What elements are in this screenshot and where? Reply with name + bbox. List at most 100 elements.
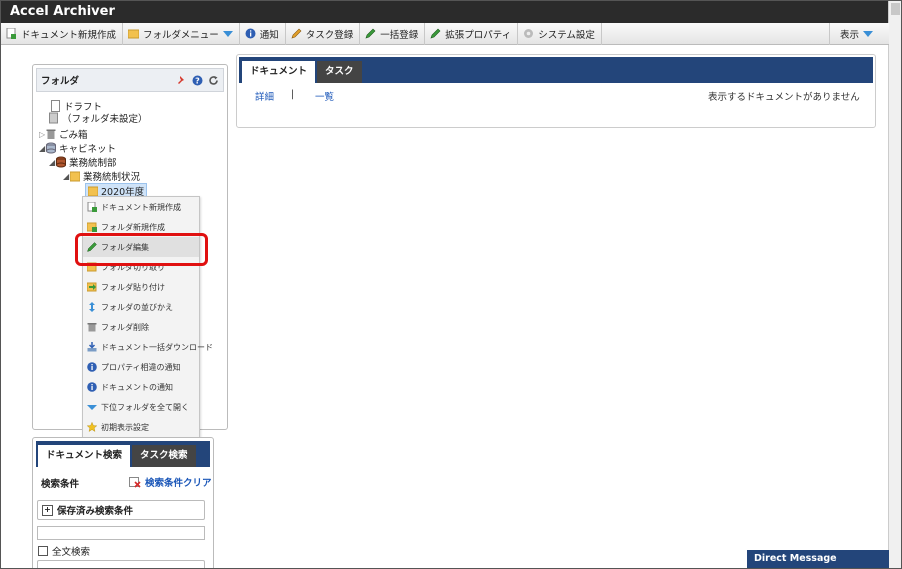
new-document-icon bbox=[87, 201, 97, 212]
collapse-arrow-icon[interactable]: ◢ bbox=[39, 144, 46, 153]
chevron-down-icon bbox=[863, 30, 873, 37]
menu-item-property-diff-notify[interactable]: プロパティ相違の通知 bbox=[83, 357, 199, 377]
bulk-register-label: 一括登録 bbox=[380, 29, 419, 41]
collapse-arrow-icon[interactable]: ◢ bbox=[49, 158, 56, 167]
bulk-register-button[interactable]: 一括登録 bbox=[360, 22, 426, 45]
expand-arrow-icon[interactable]: ▷ bbox=[39, 130, 46, 139]
menu-item-label: ドキュメント一括ダウンロード bbox=[101, 342, 213, 352]
search-conditions-label: 検索条件 bbox=[41, 479, 80, 490]
tree-item-label: ごみ箱 bbox=[59, 130, 88, 141]
app-window: Accel Archiver ドキュメント新規作成 フォルダメニュー 通知 タス… bbox=[0, 0, 902, 569]
menu-item-label: ドキュメントの通知 bbox=[101, 382, 173, 392]
menu-item-paste-folder[interactable]: フォルダ貼り付け bbox=[83, 277, 199, 297]
saved-conditions-accordion[interactable]: + 保存済み検索条件 bbox=[37, 500, 205, 520]
system-settings-label: システム設定 bbox=[538, 29, 595, 41]
download-icon bbox=[87, 342, 97, 352]
refresh-icon[interactable] bbox=[208, 75, 219, 86]
trash-icon bbox=[46, 128, 56, 140]
tab-document-search[interactable]: ドキュメント検索 bbox=[38, 445, 131, 467]
tab-documents[interactable]: ドキュメント bbox=[242, 61, 316, 83]
search-panel: ドキュメント検索 タスク検索 検索条件 検索条件クリア + 保存済み検索条件 全… bbox=[32, 437, 214, 568]
collapse-arrow-icon[interactable]: ◢ bbox=[63, 172, 70, 181]
database-icon bbox=[56, 156, 66, 168]
folder-panel-header: フォルダ ? bbox=[36, 68, 224, 92]
menu-item-label: 下位フォルダを全て開く bbox=[101, 402, 189, 412]
tree-item-trash[interactable]: ▷ ごみ箱 bbox=[39, 127, 88, 141]
document-tabs: ドキュメント タスク bbox=[239, 57, 873, 83]
info-icon bbox=[245, 28, 256, 39]
detail-view-link[interactable]: 詳細 bbox=[255, 89, 274, 103]
clear-icon bbox=[129, 476, 141, 488]
menu-item-new-document[interactable]: ドキュメント新規作成 bbox=[83, 197, 199, 217]
task-register-label: タスク登録 bbox=[305, 29, 354, 41]
help-icon[interactable]: ? bbox=[192, 75, 203, 86]
folder-icon bbox=[69, 170, 81, 182]
extended-property-label: 拡張プロパティ bbox=[445, 29, 512, 41]
new-document-label: ドキュメント新規作成 bbox=[21, 29, 117, 41]
more-conditions-box[interactable] bbox=[37, 560, 205, 568]
list-view-link[interactable]: 一覧 bbox=[315, 89, 334, 103]
app-title: Accel Archiver bbox=[1, 1, 889, 23]
search-text-input[interactable] bbox=[37, 526, 205, 540]
trash-icon bbox=[87, 322, 97, 332]
new-document-button[interactable]: ドキュメント新規作成 bbox=[1, 22, 124, 45]
search-tabs: ドキュメント検索 タスク検索 bbox=[36, 441, 210, 467]
direct-message-bar[interactable]: Direct Message bbox=[747, 550, 889, 568]
star-icon bbox=[86, 421, 98, 432]
menu-item-sort-folder[interactable]: フォルダの並びかえ bbox=[83, 297, 199, 317]
menu-item-label: ドキュメント新規作成 bbox=[101, 202, 181, 212]
tab-task-search[interactable]: タスク検索 bbox=[132, 445, 196, 467]
empty-message: 表示するドキュメントがありません bbox=[708, 92, 860, 103]
tree-item-status[interactable]: ◢ 業務統制状況 bbox=[63, 169, 140, 183]
menu-item-label: プロパティ相違の通知 bbox=[101, 362, 181, 372]
tree-item-cabinet[interactable]: ◢ キャビネット bbox=[39, 141, 116, 155]
menu-item-bulk-download[interactable]: ドキュメント一括ダウンロード bbox=[83, 337, 213, 357]
menu-item-label: フォルダ新規作成 bbox=[101, 222, 165, 232]
notify-button[interactable]: 通知 bbox=[240, 22, 286, 45]
tree-item-label: （フォルダ未設定） bbox=[62, 114, 148, 125]
pencil-icon bbox=[291, 28, 302, 39]
view-menu-button[interactable]: 表示 bbox=[828, 22, 889, 45]
vertical-scrollbar[interactable] bbox=[888, 1, 901, 568]
toolbar: ドキュメント新規作成 フォルダメニュー 通知 タスク登録 一括登録 拡張プロパテ… bbox=[1, 22, 889, 45]
pencil-icon bbox=[430, 28, 441, 39]
tree-item-unset[interactable]: （フォルダ未設定） bbox=[49, 111, 148, 125]
folder-menu-label: フォルダメニュー bbox=[143, 29, 219, 41]
menu-item-initial-display[interactable]: 初期表示設定 bbox=[83, 417, 199, 437]
folder-panel-title: フォルダ bbox=[41, 76, 80, 87]
extended-property-button[interactable]: 拡張プロパティ bbox=[425, 22, 519, 45]
fulltext-checkbox-row[interactable]: 全文検索 bbox=[38, 544, 90, 558]
pin-icon[interactable] bbox=[176, 75, 187, 86]
paste-icon bbox=[86, 282, 97, 292]
task-register-button[interactable]: タスク登録 bbox=[286, 22, 361, 45]
sort-icon bbox=[87, 302, 97, 312]
menu-item-expand-all[interactable]: 下位フォルダを全て開く bbox=[83, 397, 199, 417]
clear-conditions-link[interactable]: 検索条件クリア bbox=[129, 475, 212, 489]
new-folder-icon bbox=[86, 222, 97, 232]
view-separator: | bbox=[291, 89, 295, 100]
fulltext-label: 全文検索 bbox=[52, 547, 91, 558]
new-document-icon bbox=[6, 27, 17, 39]
fulltext-checkbox[interactable] bbox=[38, 546, 48, 556]
menu-item-delete-folder[interactable]: フォルダ削除 bbox=[83, 317, 199, 337]
cabinet-icon bbox=[49, 112, 59, 124]
info-icon bbox=[87, 362, 97, 372]
saved-conditions-label: 保存済み検索条件 bbox=[57, 506, 134, 517]
scroll-thumb[interactable] bbox=[891, 3, 900, 15]
plus-icon: + bbox=[42, 504, 53, 516]
gear-icon bbox=[523, 28, 534, 39]
system-settings-button[interactable]: システム設定 bbox=[518, 22, 602, 45]
menu-item-label: フォルダの並びかえ bbox=[101, 302, 173, 312]
menu-item-document-notify[interactable]: ドキュメントの通知 bbox=[83, 377, 199, 397]
document-panel: ドキュメント タスク 詳細 | 一覧 表示するドキュメントがありません bbox=[236, 54, 876, 128]
menu-item-label: フォルダ削除 bbox=[101, 322, 149, 332]
menu-item-label: フォルダ貼り付け bbox=[101, 282, 165, 292]
notify-label: 通知 bbox=[259, 29, 279, 41]
svg-text:?: ? bbox=[195, 76, 200, 85]
tree-item-label: キャビネット bbox=[59, 144, 117, 155]
tree-item-dept[interactable]: ◢ 業務統制部 bbox=[49, 155, 117, 169]
tab-tasks[interactable]: タスク bbox=[317, 61, 362, 83]
pencil-icon bbox=[365, 28, 376, 39]
folder-menu-button[interactable]: フォルダメニュー bbox=[123, 22, 240, 45]
highlight-annotation-box bbox=[75, 233, 208, 266]
